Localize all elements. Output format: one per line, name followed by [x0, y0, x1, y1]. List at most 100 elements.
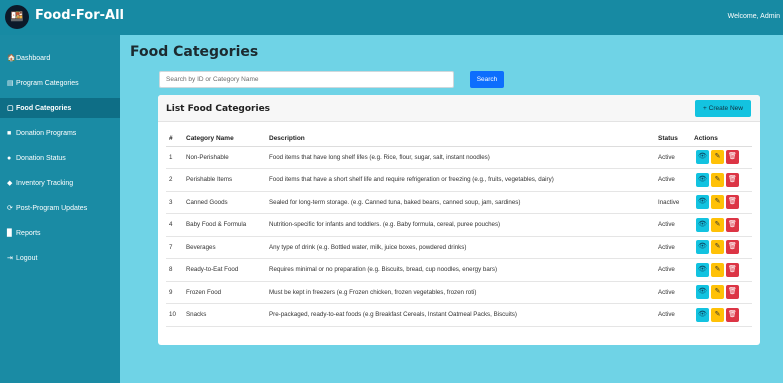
delete-button[interactable]: 🗑 [726, 195, 739, 210]
row-category-name: Frozen Food [182, 281, 269, 304]
view-button[interactable]: 👁 [696, 307, 709, 322]
table-row: 9 Frozen Food Must be kept in freezers (e.… [166, 281, 752, 304]
pencil-icon: ✎ [714, 175, 721, 183]
edit-button[interactable]: ✎ [711, 307, 724, 322]
sidebar-item-label: Logout [16, 254, 38, 262]
row-id: 10 [166, 303, 182, 327]
delete-button[interactable]: 🗑 [726, 240, 739, 255]
view-button[interactable]: 👁 [696, 195, 709, 210]
row-description: Any type of drink (e.g. Bottled water, m… [269, 236, 658, 259]
row-description: Nutrition-specific for infants and toddl… [269, 213, 658, 237]
row-status: Active [658, 281, 694, 304]
edit-button[interactable]: ✎ [711, 217, 724, 232]
row-id: 2 [166, 168, 182, 192]
row-status: Active [658, 213, 694, 237]
table-row: 2 Perishable Items Food items that have a … [166, 168, 752, 192]
row-category-name: Baby Food & Formula [182, 213, 269, 237]
sidebar-item-label: Post-Program Updates [16, 204, 88, 212]
view-button[interactable]: 👁 [696, 240, 709, 255]
edit-button[interactable]: ✎ [711, 285, 724, 300]
row-id: 4 [166, 213, 182, 237]
delete-button[interactable]: 🗑 [726, 172, 739, 187]
view-button[interactable]: 👁 [696, 150, 709, 165]
edit-button[interactable]: ✎ [711, 195, 724, 210]
pencil-icon: ✎ [714, 243, 721, 251]
row-status: Active [658, 168, 694, 192]
row-status: Active [658, 303, 694, 327]
document-icon: ▉ [7, 230, 13, 237]
row-description: Pre-packaged, ready-to-eat foods (e.g Br… [269, 303, 658, 327]
eye-icon: 👁 [698, 310, 707, 318]
row-actions: 👁 ✎ 🗑 [694, 146, 752, 169]
row-actions: 👁 ✎ 🗑 [694, 281, 752, 304]
trash-icon: 🗑 [728, 198, 737, 206]
row-actions: 👁 ✎ 🗑 [694, 303, 752, 327]
delete-button[interactable]: 🗑 [726, 262, 739, 277]
sidebar: 🏠 Dashboard ▤ Program Categories ▢ Food Categ… [0, 35, 120, 383]
top-bar: 🍱 Food-For-All Welcome, Admin [0, 0, 783, 35]
pencil-icon: ✎ [714, 153, 721, 161]
row-description: Food items that have a short shelf life … [269, 168, 658, 192]
header-description: Description [269, 131, 658, 147]
row-description: Must be kept in freezers (e.g Frozen chi… [269, 281, 658, 304]
delete-button[interactable]: 🗑 [726, 150, 739, 165]
sidebar-item-donation-status[interactable]: ● Donation Status [0, 148, 120, 168]
sidebar-item-program-categories[interactable]: ▤ Program Categories [0, 73, 120, 93]
create-new-button[interactable]: + Create New [695, 100, 751, 117]
logo-icon: 🍱 [5, 5, 29, 29]
row-category-name: Snacks [182, 303, 269, 327]
trash-icon: 🗑 [728, 288, 737, 296]
list-icon: ▤ [7, 80, 14, 87]
sidebar-item-logout[interactable]: ⇥ Logout [0, 248, 120, 268]
view-button[interactable]: 👁 [696, 262, 709, 277]
sidebar-item-reports[interactable]: ▉ Reports [0, 223, 120, 243]
trash-icon: 🗑 [728, 175, 737, 183]
edit-button[interactable]: ✎ [711, 262, 724, 277]
row-actions: 👁 ✎ 🗑 [694, 191, 752, 214]
pencil-icon: ✎ [714, 288, 721, 296]
row-status: Active [658, 236, 694, 259]
row-id: 3 [166, 191, 182, 214]
view-button[interactable]: 👁 [696, 172, 709, 187]
sidebar-item-post-program-updates[interactable]: ⟳ Post-Program Updates [0, 198, 120, 218]
header-actions: Actions [694, 131, 752, 147]
sidebar-item-inventory-tracking[interactable]: ◆ Inventory Tracking [0, 173, 120, 193]
table-header-row: # Category Name Description Status Actio… [166, 131, 752, 147]
header-num: # [166, 131, 182, 147]
row-category-name: Canned Goods [182, 191, 269, 214]
view-button[interactable]: 👁 [696, 217, 709, 232]
delete-button[interactable]: 🗑 [726, 217, 739, 232]
header-category-name: Category Name [182, 131, 269, 147]
eye-icon: 👁 [698, 265, 707, 273]
trash-icon: 🗑 [728, 265, 737, 273]
trash-icon: 🗑 [728, 310, 737, 318]
sidebar-item-label: Program Categories [16, 79, 79, 87]
eye-icon: 👁 [698, 288, 707, 296]
eye-icon: 👁 [698, 243, 707, 251]
food-categories-table: # Category Name Description Status Actio… [166, 131, 752, 327]
sidebar-item-dashboard[interactable]: 🏠 Dashboard [0, 48, 120, 68]
edit-button[interactable]: ✎ [711, 172, 724, 187]
row-category-name: Perishable Items [182, 168, 269, 192]
welcome-text: Welcome, Admin [727, 13, 780, 20]
sidebar-item-food-categories[interactable]: ▢ Food Categories [0, 98, 120, 118]
table-row: 1 Non-Perishable Food items that have long… [166, 146, 752, 169]
row-status: Active [658, 146, 694, 169]
trash-icon: 🗑 [728, 243, 737, 251]
view-button[interactable]: 👁 [696, 285, 709, 300]
edit-button[interactable]: ✎ [711, 150, 724, 165]
search-button[interactable]: Search [470, 71, 504, 88]
row-id: 1 [166, 146, 182, 169]
delete-button[interactable]: 🗑 [726, 307, 739, 322]
delete-button[interactable]: 🗑 [726, 285, 739, 300]
edit-button[interactable]: ✎ [711, 240, 724, 255]
sidebar-item-donation-programs[interactable]: ■ Donation Programs [0, 123, 120, 143]
eye-icon: 👁 [698, 175, 707, 183]
box-icon: ■ [7, 129, 12, 137]
food-categories-card: List Food Categories + Create New # Cate… [158, 95, 760, 345]
table-row: 8 Ready-to-Eat Food Requires minimal or no… [166, 258, 752, 282]
row-id: 7 [166, 236, 182, 259]
sidebar-item-label: Donation Status [16, 154, 66, 162]
search-input[interactable] [159, 71, 454, 88]
pencil-icon: ✎ [714, 310, 721, 318]
